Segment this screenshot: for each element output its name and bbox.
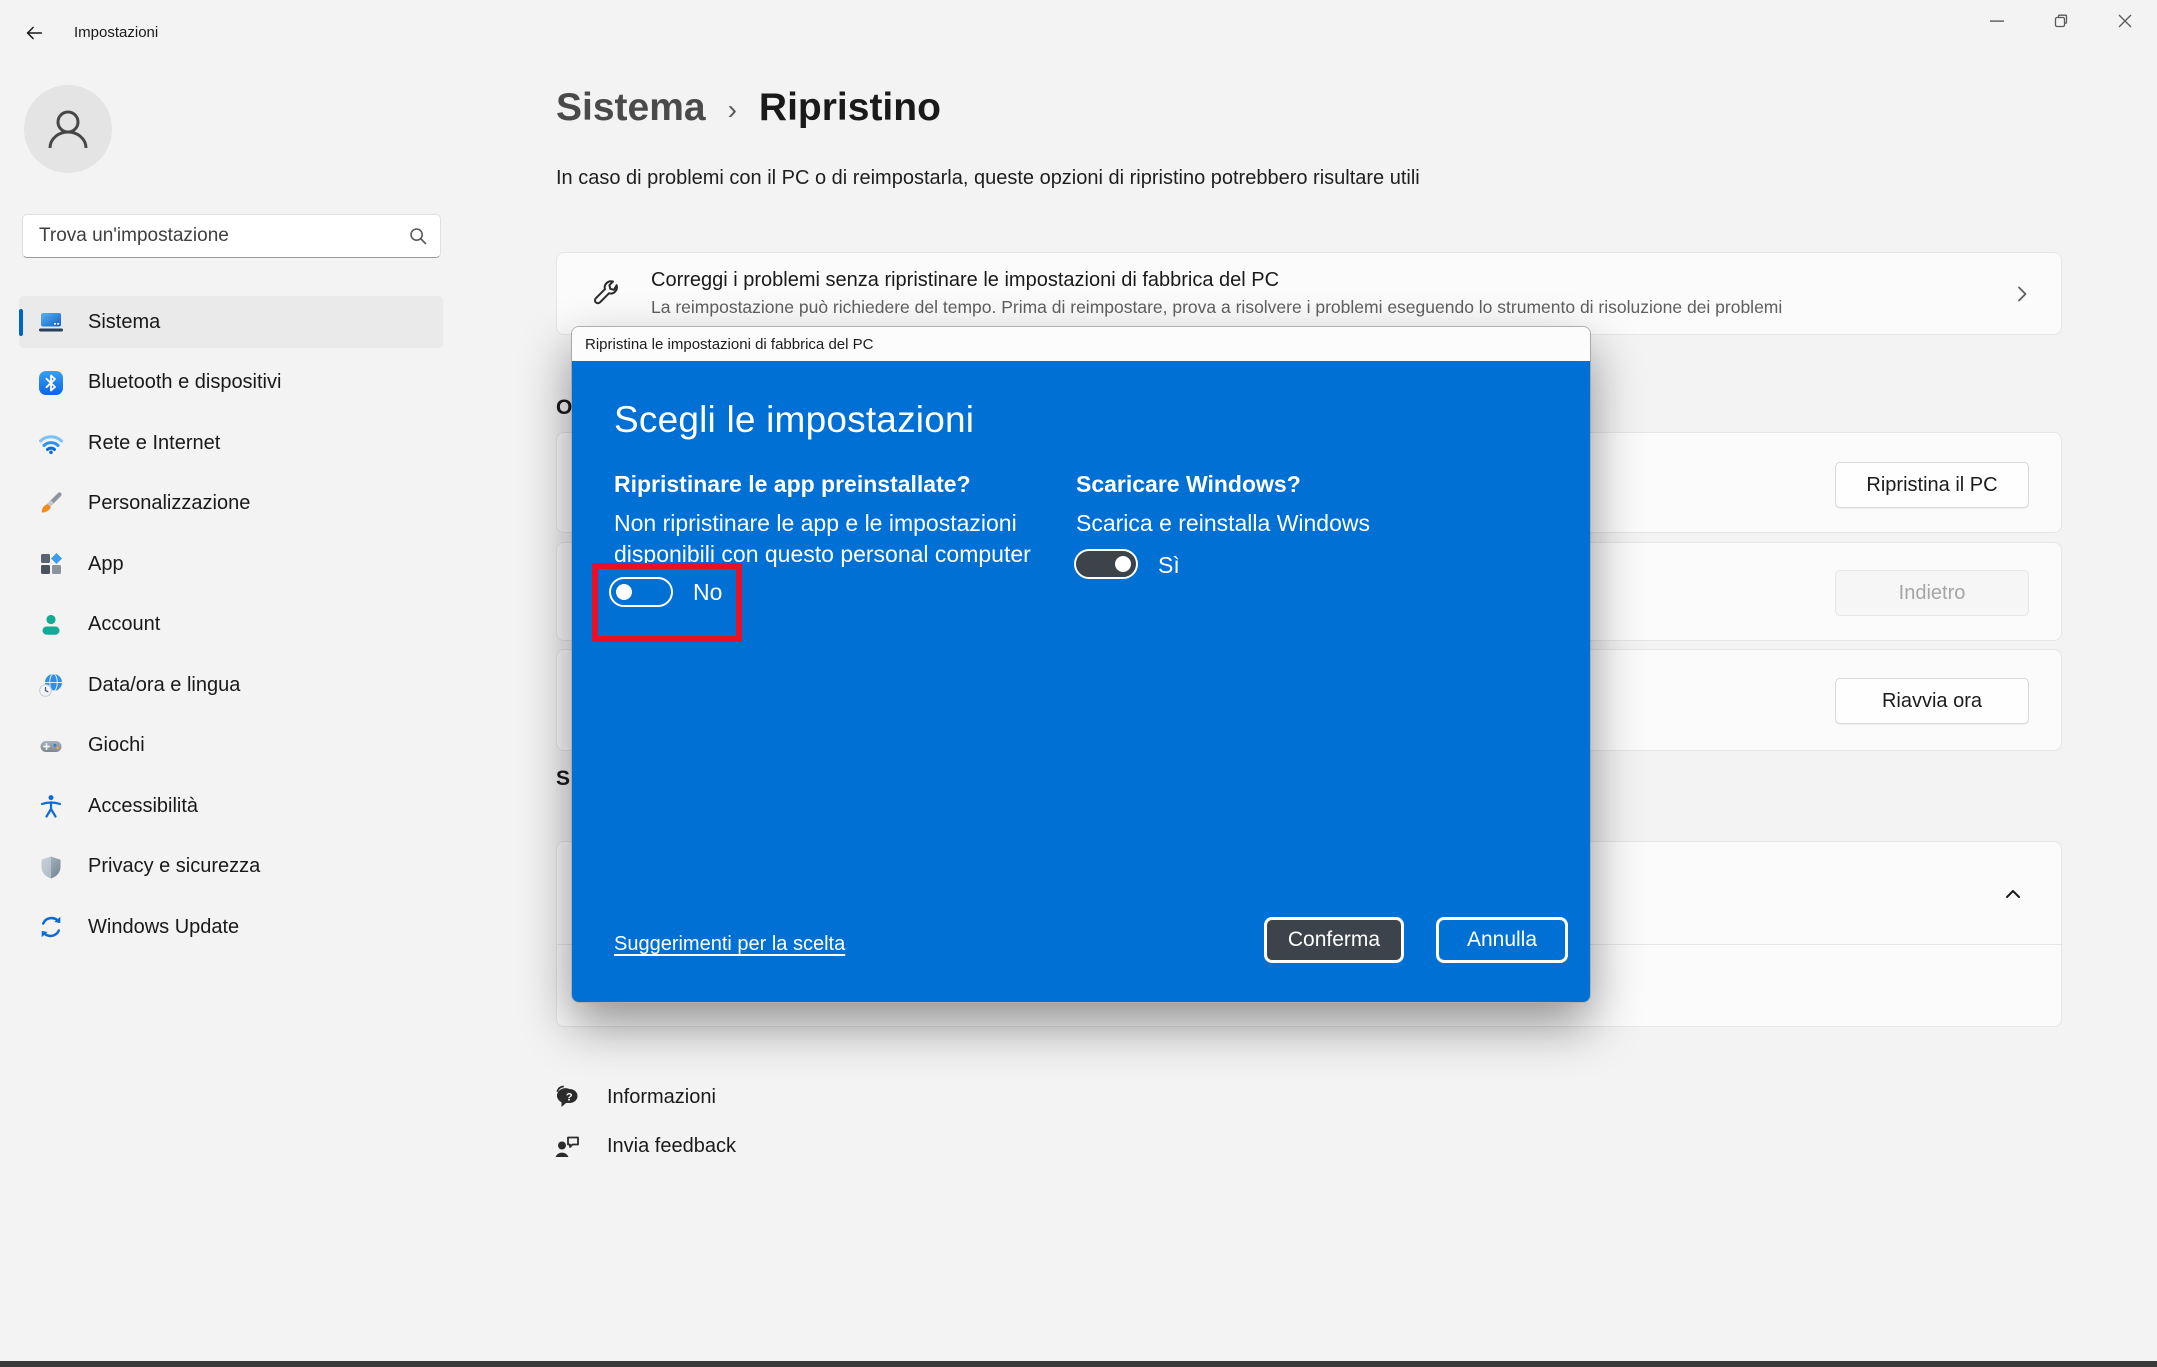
taskbar-edge — [0, 1361, 2157, 1367]
reset-pc-dialog: Ripristina le impostazioni di fabbrica d… — [571, 326, 1591, 1003]
search-input[interactable] — [39, 225, 408, 247]
sidebar-item-label: Sistema — [88, 311, 160, 334]
restart-now-button[interactable]: Riavvia ora — [1835, 678, 2029, 724]
wrench-icon — [591, 279, 621, 309]
sidebar-item-label: Accessibilità — [88, 795, 198, 818]
feedback-link[interactable]: Invia feedback — [553, 1131, 736, 1161]
personalization-icon — [38, 491, 64, 517]
datetime-icon — [38, 672, 64, 698]
sidebar-item-label: Rete e Internet — [88, 432, 220, 455]
svg-text:?: ? — [566, 1092, 573, 1104]
app-title: Impostazioni — [74, 24, 158, 41]
window-controls — [1965, 0, 2157, 42]
help-bubble-icon: ? — [553, 1082, 583, 1112]
breadcrumb-separator-icon: › — [728, 94, 737, 126]
sidebar-item-accessibilita[interactable]: Accessibilità — [19, 780, 443, 832]
account-icon — [38, 612, 64, 638]
restore-icon — [2053, 13, 2069, 29]
dialog-titlebar: Ripristina le impostazioni di fabbrica d… — [572, 327, 1590, 361]
titlebar: Impostazioni — [0, 0, 2157, 46]
info-link[interactable]: ? Informazioni — [553, 1082, 716, 1112]
sidebar-item-label: Data/ora e lingua — [88, 674, 240, 697]
sidebar-item-label: Personalizzazione — [88, 492, 250, 515]
breadcrumb: Sistema › Ripristino — [556, 86, 941, 130]
sidebar-item-rete[interactable]: Rete e Internet — [19, 417, 443, 469]
close-button[interactable] — [2093, 0, 2157, 42]
restore-apps-toggle[interactable] — [609, 577, 673, 607]
chevron-right-icon — [2011, 283, 2033, 305]
dialog-heading: Scegli le impostazioni — [614, 399, 974, 441]
sidebar-item-label: Privacy e sicurezza — [88, 855, 260, 878]
apps-icon — [38, 551, 64, 577]
reset-pc-button[interactable]: Ripristina il PC — [1835, 462, 2029, 508]
red-highlight-box: No — [592, 563, 742, 642]
sidebar-item-label: Giochi — [88, 734, 145, 757]
section-recovery-options-fragment: O — [556, 396, 572, 420]
toggle-knob — [1115, 556, 1131, 572]
sidebar-item-label: Windows Update — [88, 916, 239, 939]
user-icon — [43, 104, 93, 154]
download-windows-question: Scaricare Windows? — [1076, 471, 1301, 498]
back-arrow-icon — [23, 22, 45, 44]
sidebar-item-account[interactable]: Account — [19, 599, 443, 651]
download-windows-description: Scarica e reinstalla Windows — [1076, 508, 1370, 539]
cancel-button[interactable]: Annulla — [1436, 917, 1568, 963]
search-box — [22, 214, 441, 258]
sidebar-item-windows-update[interactable]: Windows Update — [19, 901, 443, 953]
dialog-body: Scegli le impostazioni Ripristinare le a… — [572, 361, 1590, 1003]
info-link-label: Informazioni — [607, 1086, 716, 1109]
back-button[interactable] — [18, 17, 50, 49]
sidebar-item-privacy[interactable]: Privacy e sicurezza — [19, 841, 443, 893]
minimize-button[interactable] — [1965, 0, 2029, 42]
sidebar-item-label: Account — [88, 613, 160, 636]
fix-problems-card[interactable]: Correggi i problemi senza ripristinare l… — [556, 252, 2062, 335]
sidebar-item-bluetooth[interactable]: Bluetooth e dispositivi — [19, 357, 443, 409]
search-icon — [408, 226, 428, 246]
close-icon — [2117, 13, 2133, 29]
sidebar-item-personalizzazione[interactable]: Personalizzazione — [19, 478, 443, 530]
system-icon — [38, 309, 64, 335]
page-subtitle: In caso di problemi con il PC o di reimp… — [556, 167, 1420, 190]
breadcrumb-parent[interactable]: Sistema — [556, 86, 706, 130]
confirm-button[interactable]: Conferma — [1264, 917, 1404, 963]
privacy-icon — [38, 854, 64, 880]
settings-window: Impostazioni Sistema — [0, 0, 2157, 1367]
download-windows-toggle[interactable] — [1074, 549, 1138, 579]
network-icon — [38, 430, 64, 456]
go-back-button[interactable]: Indietro — [1835, 570, 2029, 616]
sidebar-item-app[interactable]: App — [19, 538, 443, 590]
fix-card-description: La reimpostazione può richiedere del tem… — [651, 297, 2011, 318]
accessibility-icon — [38, 793, 64, 819]
bluetooth-icon — [38, 370, 64, 396]
restore-apps-description: Non ripristinare le app e le impostazion… — [614, 508, 1074, 570]
avatar — [24, 85, 112, 173]
feedback-link-label: Invia feedback — [607, 1135, 736, 1158]
download-windows-toggle-label: Sì — [1158, 550, 1180, 580]
feedback-icon — [553, 1131, 583, 1161]
page-title: Ripristino — [759, 86, 941, 130]
sidebar-item-giochi[interactable]: Giochi — [19, 720, 443, 772]
restore-apps-question: Ripristinare le app preinstallate? — [614, 471, 971, 498]
chevron-up-icon[interactable] — [2003, 884, 2023, 904]
toggle-knob — [616, 584, 632, 600]
restore-button[interactable] — [2029, 0, 2093, 42]
sidebar-nav: Sistema Bluetooth e dispositivi Rete e I… — [19, 296, 443, 962]
update-icon — [38, 914, 64, 940]
choice-hints-link[interactable]: Suggerimenti per la scelta — [614, 933, 845, 956]
fix-card-title: Correggi i problemi senza ripristinare l… — [651, 269, 2011, 292]
restore-apps-toggle-label: No — [693, 577, 722, 607]
minimize-icon — [1989, 13, 2005, 29]
sidebar-item-label: App — [88, 553, 124, 576]
section-support-fragment: S — [556, 767, 570, 791]
games-icon — [38, 733, 64, 759]
sidebar-item-sistema[interactable]: Sistema — [19, 296, 443, 348]
sidebar-item-label: Bluetooth e dispositivi — [88, 371, 281, 394]
sidebar-item-data-ora[interactable]: Data/ora e lingua — [19, 659, 443, 711]
